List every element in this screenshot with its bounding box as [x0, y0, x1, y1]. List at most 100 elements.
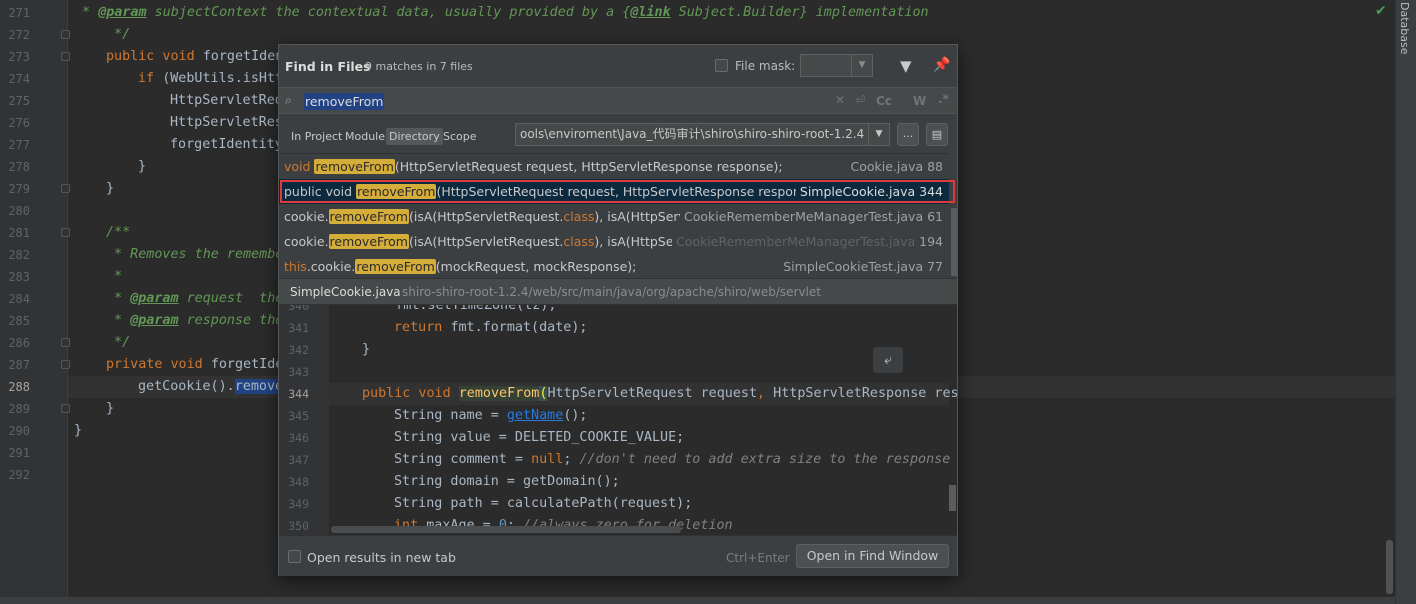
line-number: 279 [8, 182, 30, 196]
results-scrollbar-thumb[interactable] [951, 208, 957, 276]
preview-file-path: shiro-shiro-root-1.2.4/web/src/main/java… [402, 285, 821, 299]
code-line: } [106, 181, 115, 196]
editor-horizontal-scrollbar[interactable] [0, 597, 1395, 604]
result-row[interactable]: cookie.removeFrom(isA(HttpServletRequest… [279, 229, 949, 254]
highlight-box [280, 180, 955, 203]
whole-words-toggle[interactable]: W [913, 94, 926, 108]
open-in-find-window-button[interactable]: Open in Find Window [796, 544, 949, 568]
dialog-title: Find in Files [285, 59, 371, 74]
fold-marker[interactable] [61, 360, 70, 369]
line-number: 348 [288, 475, 309, 489]
file-mask-dropdown[interactable]: ▼ [800, 54, 873, 77]
line-number: 346 [288, 431, 309, 445]
fold-marker[interactable] [61, 52, 70, 61]
code-line: } [74, 423, 83, 438]
fold-marker[interactable] [61, 228, 70, 237]
preview-code-line: String value = DELETED_COOKIE_VALUE; [394, 430, 685, 445]
code-line: forgetIdentity [170, 137, 283, 152]
line-number: 281 [8, 226, 30, 240]
newline-icon[interactable]: ⏎ [855, 93, 865, 107]
line-number: 275 [8, 94, 30, 108]
file-mask-label: File mask: [735, 59, 796, 73]
line-number: 349 [288, 497, 309, 511]
tab-in-project[interactable]: In Project [288, 128, 345, 145]
line-number: 282 [8, 248, 30, 262]
filter-icon[interactable]: ▼ [900, 57, 912, 75]
chevron-down-icon: ▼ [851, 55, 872, 76]
code-preview[interactable]: 340 341 342 343 344 345 346 347 348 349 … [279, 305, 957, 535]
clear-icon[interactable]: ✕ [835, 93, 845, 107]
line-number: 278 [8, 160, 30, 174]
tab-scope[interactable]: Scope [440, 128, 480, 145]
line-number: 272 [8, 28, 30, 42]
results-list: void removeFrom(HttpServletRequest reque… [279, 153, 957, 278]
code-line: * @param request the [106, 291, 284, 306]
editor-scrollbar-thumb[interactable] [1386, 540, 1393, 594]
dialog-header: Find in Files 9 matches in 7 files File … [279, 45, 957, 87]
line-number: 285 [8, 314, 30, 328]
fold-marker[interactable] [61, 338, 70, 347]
recursive-folder-icon[interactable]: ▤ [926, 123, 948, 146]
code-line: private void forgetIde [106, 357, 284, 372]
fold-marker[interactable] [61, 30, 70, 39]
shortcut-hint: Ctrl+Enter [726, 551, 790, 565]
line-number: 345 [288, 409, 309, 423]
code-line: /** [106, 225, 131, 240]
file-mask-checkbox[interactable] [715, 59, 728, 72]
code-line: HttpServletReq [170, 93, 283, 108]
line-number: 289 [8, 402, 30, 416]
pin-icon[interactable]: 📌 [933, 57, 950, 73]
preview-code-line: String domain = getDomain(); [394, 474, 620, 489]
line-number: 271 [8, 6, 30, 20]
code-line: * @param subjectContext the contextual d… [74, 5, 929, 20]
result-row[interactable]: this.cookie.removeFrom(mockRequest, mock… [279, 254, 949, 279]
line-number: 274 [8, 72, 30, 86]
preview-scrollbar-thumb[interactable] [949, 485, 956, 511]
preview-code-line: public void removeFrom(HttpServletReques… [362, 386, 957, 401]
scope-row: In Project Module Directory Scope ools\e… [279, 115, 957, 153]
match-case-toggle[interactable]: Cc [876, 94, 892, 108]
preview-code-line: } [362, 342, 371, 357]
tab-module[interactable]: Module [342, 128, 388, 145]
result-file: CookieRememberMeManagerTest.java 194 [672, 229, 943, 254]
code-line: * [106, 269, 123, 284]
result-file: CookieRememberMeManagerTest.java 61 [680, 204, 943, 229]
line-number: 341 [288, 321, 309, 335]
preview-file-name: SimpleCookie.java [290, 285, 401, 299]
search-input[interactable]: removeFrom [304, 93, 385, 110]
code-line: getCookie().remove [138, 379, 284, 394]
search-icon: ⌕ [285, 93, 292, 107]
result-file: SimpleCookieTest.java 77 [783, 259, 943, 274]
fold-marker[interactable] [61, 404, 70, 413]
fold-marker[interactable] [61, 184, 70, 193]
code-line: } [138, 159, 147, 174]
line-number-current: 288 [8, 380, 30, 394]
code-line: * @param response the [106, 313, 284, 328]
code-line: public void forgetIden [106, 49, 284, 64]
line-number: 276 [8, 116, 30, 130]
chevron-down-icon[interactable]: ▼ [868, 123, 890, 146]
tab-directory[interactable]: Directory [386, 128, 443, 145]
code-line: */ [106, 335, 131, 350]
database-tool-tab[interactable]: Database [1398, 2, 1411, 55]
directory-path-field[interactable]: ools\enviroment\Java_代码审计\shiro\shiro-sh… [515, 123, 890, 146]
browse-button[interactable]: ... [897, 123, 919, 146]
line-number-current: 344 [288, 387, 309, 401]
result-row[interactable]: cookie.removeFrom(isA(HttpServletRequest… [279, 204, 949, 229]
line-number: 283 [8, 270, 30, 284]
preview-code-line: String comment = null; //don't need to a… [394, 452, 957, 467]
result-row[interactable]: void removeFrom(HttpServletRequest reque… [279, 154, 949, 179]
line-number: 277 [8, 138, 30, 152]
preview-code-line: String name = getName(); [394, 408, 588, 423]
line-number: 284 [8, 292, 30, 306]
open-new-tab-checkbox[interactable] [288, 550, 301, 563]
code-line: * Removes the remembe [106, 247, 284, 262]
preview-header: SimpleCookie.java shiro-shiro-root-1.2.4… [279, 278, 957, 305]
line-number: 350 [288, 519, 309, 533]
line-number: 340 [288, 305, 309, 313]
preview-horizontal-scrollbar[interactable] [331, 526, 681, 533]
soft-wrap-icon[interactable]: ⤶ [873, 347, 903, 373]
check-icon: ✔ [1375, 3, 1387, 19]
line-number: 343 [288, 365, 309, 379]
regex-toggle[interactable]: .* [938, 92, 949, 106]
